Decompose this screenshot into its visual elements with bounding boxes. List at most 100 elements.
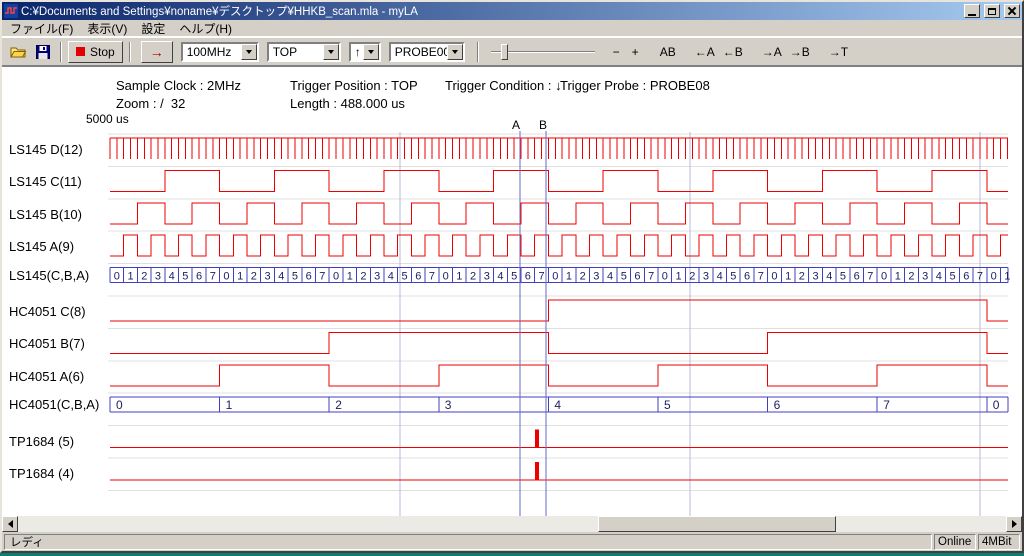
- save-button[interactable]: [31, 41, 54, 63]
- bus-value: 4: [717, 271, 723, 283]
- bus-value: 2: [799, 271, 805, 283]
- folder-icon: [10, 45, 26, 59]
- chevron-down-icon[interactable]: [323, 44, 339, 60]
- chevron-down-icon[interactable]: [241, 44, 257, 60]
- app-icon: [4, 4, 18, 18]
- bus-value: 6: [525, 271, 531, 283]
- probe-select[interactable]: PROBE00: [389, 42, 465, 62]
- channel-label: HC4051 B(7): [9, 336, 108, 351]
- bus-value: 2: [360, 271, 366, 283]
- probe-select-value: PROBE00: [391, 45, 447, 59]
- cursor-a-label[interactable]: A: [512, 118, 520, 132]
- chevron-down-icon[interactable]: [363, 44, 379, 60]
- ab-cursor-button[interactable]: AB: [657, 42, 679, 62]
- goto-cursor-a-right-button[interactable]: →A: [759, 42, 785, 62]
- bus-value: 3: [155, 271, 161, 283]
- triangle-down: [452, 50, 458, 54]
- goto-cursor-b-right-button[interactable]: →B: [787, 42, 813, 62]
- bus-value: 7: [648, 271, 654, 283]
- bus-value: 1: [237, 271, 243, 283]
- pulse-mark: [535, 430, 539, 448]
- bus-value: 1: [566, 271, 572, 283]
- bus-value: 2: [141, 271, 147, 283]
- statusbar: レディ Online 4MBit: [2, 532, 1022, 551]
- bus-value: 3: [703, 271, 709, 283]
- bus-value: 2: [580, 271, 586, 283]
- toolbar-separator: [477, 42, 479, 62]
- menubar: ファイル(F) 表示(V) 設定 ヘルプ(H): [2, 20, 1022, 37]
- trigger-position-select[interactable]: TOP: [267, 42, 341, 62]
- bus-value: 3: [922, 271, 928, 283]
- chevron-down-icon[interactable]: [447, 44, 463, 60]
- stop-button[interactable]: Stop: [68, 41, 123, 63]
- close-button[interactable]: [1004, 4, 1020, 18]
- bus-value: 6: [415, 271, 421, 283]
- status-online-badge: Online: [934, 534, 976, 550]
- bus-value: 2: [251, 271, 257, 283]
- bus-value: 5: [292, 271, 298, 283]
- triangle-down: [328, 50, 334, 54]
- digital-waveform: [110, 365, 1008, 386]
- open-button[interactable]: [6, 41, 29, 63]
- bus-value: 0: [552, 271, 558, 283]
- waveform-canvas[interactable]: 0123456701234567012345670123456701234567…: [2, 67, 1022, 516]
- bus-value: 7: [977, 271, 983, 283]
- bus-value: 5: [511, 271, 517, 283]
- scrollbar-thumb[interactable]: [598, 516, 836, 532]
- scroll-left-button[interactable]: [2, 516, 18, 532]
- minimize-button[interactable]: [964, 4, 980, 18]
- channel-label: HC4051(C,B,A): [9, 397, 108, 412]
- scroll-right-button[interactable]: [1006, 516, 1022, 532]
- digital-waveform: [110, 203, 1008, 224]
- bus-value: 0: [881, 271, 887, 283]
- client-area: Sample Clock : 2MHz Trigger Position : T…: [2, 66, 1022, 516]
- cursor-b-label[interactable]: B: [539, 118, 547, 132]
- bus-value: 0: [991, 271, 997, 283]
- trigger-edge-select[interactable]: ↑: [349, 42, 381, 62]
- bus-value: 0: [662, 271, 668, 283]
- digital-waveform: [110, 300, 1008, 321]
- bus-value: 5: [182, 271, 188, 283]
- bus-value: 1: [456, 271, 462, 283]
- bus-value: 4: [388, 271, 394, 283]
- zoom-slider[interactable]: [491, 42, 595, 62]
- bus-value: 1: [675, 271, 681, 283]
- goto-trigger-button[interactable]: →T: [826, 42, 851, 62]
- bus-value: 5: [621, 271, 627, 283]
- zoom-out-button[interactable]: −: [608, 42, 625, 62]
- bus-value: 3: [374, 271, 380, 283]
- status-memory-badge: 4MBit: [978, 534, 1020, 550]
- menu-view[interactable]: 表示(V): [80, 19, 134, 38]
- toolbar-separator: [60, 42, 62, 62]
- bus-value: 4: [826, 271, 832, 283]
- bus-value: 1: [1004, 271, 1010, 283]
- bus-value: 5: [730, 271, 736, 283]
- goto-cursor-a-left-button[interactable]: ←A: [692, 42, 718, 62]
- menu-help[interactable]: ヘルプ(H): [172, 19, 239, 38]
- channel-label: TP1684 (4): [9, 466, 108, 481]
- bus-value: 5: [840, 271, 846, 283]
- channel-label: LS145(C,B,A): [9, 268, 108, 283]
- zoom-in-button[interactable]: +: [627, 42, 644, 62]
- scrollbar-track[interactable]: [18, 516, 1006, 532]
- bus-value: 2: [335, 398, 342, 412]
- menu-settings[interactable]: 設定: [134, 19, 172, 38]
- digital-waveform: [110, 170, 1008, 191]
- bus-value: 6: [774, 398, 781, 412]
- horizontal-scrollbar[interactable]: [2, 516, 1022, 532]
- menu-file[interactable]: ファイル(F): [3, 19, 80, 38]
- zoom-slider-thumb[interactable]: [501, 44, 508, 60]
- minimize-icon: [968, 14, 976, 16]
- run-button[interactable]: →: [141, 41, 173, 63]
- titlebar[interactable]: C:¥Documents and Settings¥noname¥デスクトップ¥…: [2, 2, 1022, 20]
- bus-value: 4: [554, 398, 561, 412]
- bus-value: 3: [484, 271, 490, 283]
- window-title: C:¥Documents and Settings¥noname¥デスクトップ¥…: [21, 3, 960, 19]
- maximize-button[interactable]: [984, 4, 1000, 18]
- channel-label: LS145 D(12): [9, 142, 108, 157]
- maximize-icon: [988, 8, 996, 15]
- bus-value: 7: [758, 271, 764, 283]
- clock-select[interactable]: 100MHz: [181, 42, 259, 62]
- bus-value: 3: [812, 271, 818, 283]
- goto-cursor-b-left-button[interactable]: ←B: [720, 42, 746, 62]
